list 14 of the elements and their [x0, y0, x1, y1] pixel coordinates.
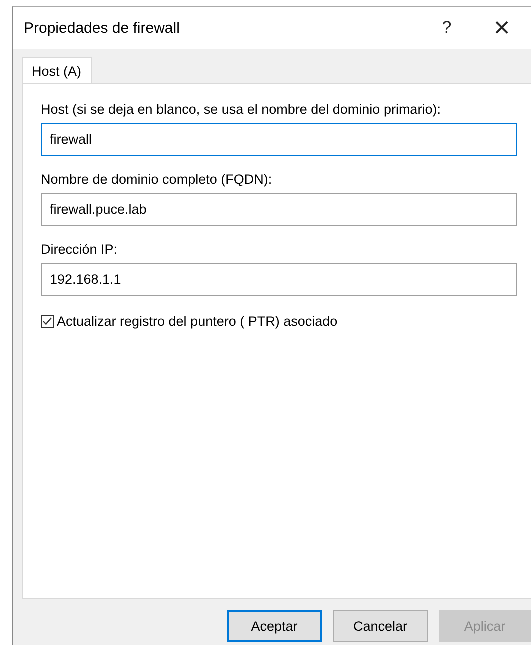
- window-title: Propiedades de firewall: [24, 20, 181, 36]
- tab[interactable]: Host (A): [22, 57, 92, 84]
- field-label: Nombre de dominio completo (FQDN):: [41, 172, 274, 187]
- text-field[interactable]: firewall: [41, 123, 517, 156]
- text-field[interactable]: 192.168.1.1: [41, 263, 517, 296]
- checkbox-label: Actualizar registro del puntero ( PTR) asociado: [57, 314, 338, 329]
- field-label: Dirección IP:: [41, 242, 119, 257]
- text-field[interactable]: firewall.puce.lab: [41, 193, 517, 226]
- field-label: Host (si se deja en blanco, se usa el nombre del dominio primario):: [41, 102, 442, 117]
- close-button[interactable]: ×: [473, 7, 531, 49]
- dialog-button[interactable]: Aceptar: [227, 610, 322, 642]
- help-button[interactable]: ?: [421, 7, 473, 49]
- checkbox[interactable]: [41, 315, 54, 328]
- dialog-button[interactable]: Cancelar: [333, 610, 428, 642]
